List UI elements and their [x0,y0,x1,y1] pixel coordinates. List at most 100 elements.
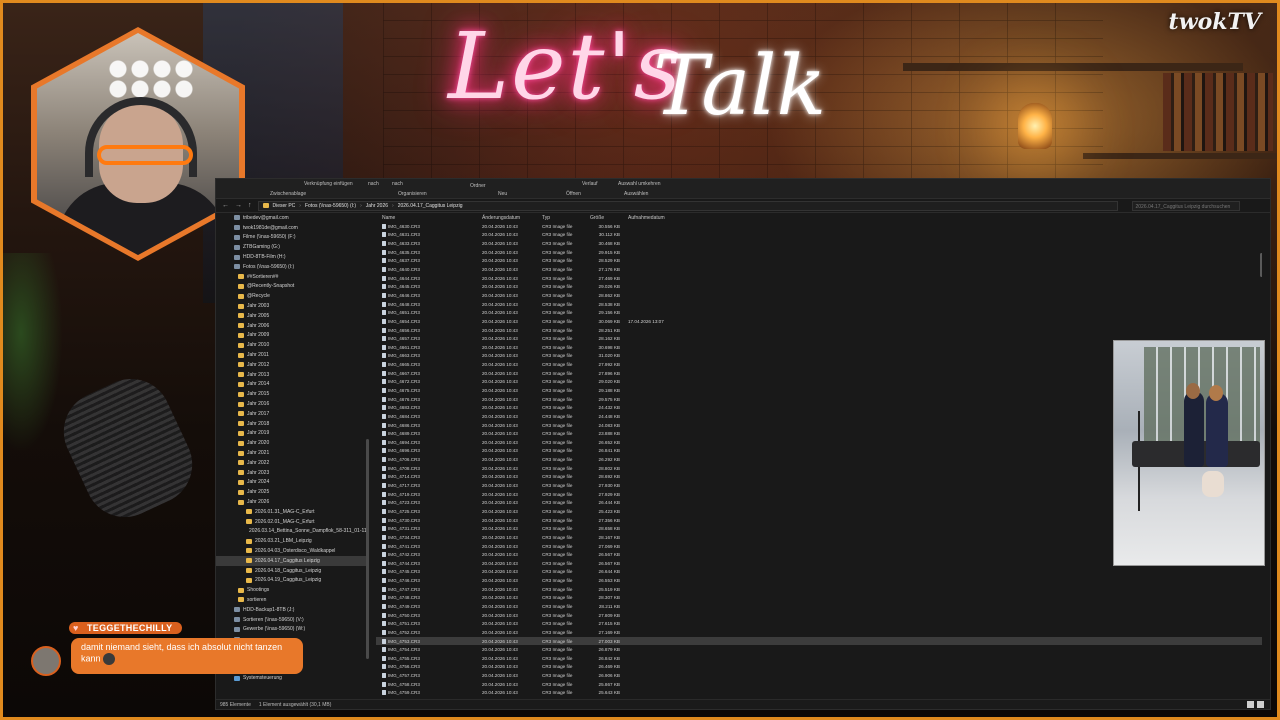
sidebar-item[interactable]: Jahr 2005 [216,311,368,321]
table-row[interactable]: IMG_4631.CR3 20.04.2026 10:43 CR3 Image fi… [376,231,1262,240]
sidebar-item[interactable]: 2026.01.31_MAG-C_Erfurt [216,507,368,517]
table-row[interactable]: IMG_4746.CR3 20.04.2026 10:43 CR3 Image fi… [376,576,1262,585]
ribbon-copy-to[interactable]: nach [392,181,403,187]
search-input[interactable]: 2026.04.17_Caggitus Leipzig durchsuchen [1131,200,1240,211]
sidebar-item[interactable]: HDD-Backup1-8TB (J:) [216,605,368,615]
sidebar-item[interactable]: HDD-8TB-Film (H:) [216,252,368,262]
column-size[interactable]: Größe [590,215,624,221]
sidebar-item[interactable]: @Recently-Snapshot [216,282,368,292]
sidebar-item[interactable]: Jahr 2020 [216,438,368,448]
file-date-modified: 20.04.2026 10:43 [482,647,518,653]
sidebar-item[interactable]: sortieren [216,595,368,605]
table-row[interactable]: IMG_4646.CR3 20.04.2026 10:43 CR3 Image fi… [376,291,1262,300]
ribbon-history[interactable]: Verlauf [582,181,598,187]
sidebar-item[interactable]: Shootings [216,585,368,595]
ribbon-paste-shortcut[interactable]: Verknüpfung einfügen [304,181,353,187]
table-row[interactable]: IMG_4754.CR3 20.04.2026 10:43 CR3 Image fi… [376,645,1262,654]
sidebar-item[interactable]: 2026.03.14_Bettina_Sonne_Dampflok_58-311… [216,527,368,537]
breadcrumb-year[interactable]: Jahr 2026 [366,203,388,209]
table-row[interactable]: IMG_4759.CR3 20.04.2026 10:43 CR3 Image fi… [376,689,1262,698]
tiles-view-icon[interactable] [1257,701,1264,708]
table-row[interactable]: IMG_4757.CR3 20.04.2026 10:43 CR3 Image fi… [376,671,1262,680]
sidebar-item[interactable]: Jahr 2018 [216,419,368,429]
column-date-modified[interactable]: Änderungsdatum [482,215,542,221]
table-row[interactable]: IMG_4749.CR3 20.04.2026 10:43 CR3 Image fi… [376,602,1262,611]
ribbon-new-folder[interactable]: Ordner [470,183,486,189]
sidebar-item[interactable]: twok1981de@gmail.com [216,223,368,233]
file-size: 29.026 KB [598,284,620,290]
sidebar-item[interactable]: Jahr 2025 [216,487,368,497]
sidebar-item[interactable]: ZTBGaming (G:) [216,242,368,252]
breadcrumb-this-pc[interactable]: Dieser PC [273,203,296,209]
drive-icon [234,264,240,270]
table-row[interactable]: IMG_4648.CR3 20.04.2026 10:43 CR3 Image fi… [376,300,1262,309]
sidebar-item[interactable]: Jahr 2017 [216,409,368,419]
file-type: CR3 Image file [542,267,573,273]
table-row[interactable]: IMG_4640.CR3 20.04.2026 10:43 CR3 Image fi… [376,265,1262,274]
up-arrow-icon[interactable]: ↑ [248,202,252,209]
table-row[interactable]: IMG_4755.CR3 20.04.2026 10:43 CR3 Image fi… [376,654,1262,663]
table-row[interactable]: IMG_4651.CR3 20.04.2026 10:43 CR3 Image fi… [376,308,1262,317]
ribbon-invert-selection[interactable]: Auswahl umkehren [618,181,661,187]
table-row[interactable]: IMG_4758.CR3 20.04.2026 10:43 CR3 Image fi… [376,680,1262,689]
column-type[interactable]: Typ [542,215,590,221]
sidebar-item[interactable]: Jahr 2024 [216,478,368,488]
sidebar-item[interactable]: 2026.04.19_Caggitus_Leipzig [216,575,368,585]
table-row[interactable]: IMG_4745.CR3 20.04.2026 10:43 CR3 Image fi… [376,568,1262,577]
sidebar-item[interactable]: Jahr 2013 [216,370,368,380]
table-row[interactable]: IMG_4748.CR3 20.04.2026 10:43 CR3 Image fi… [376,594,1262,603]
table-row[interactable]: IMG_4753.CR3 20.04.2026 10:43 CR3 Image fi… [376,636,1262,646]
column-name[interactable]: Name [376,215,482,221]
table-row[interactable]: IMG_4637.CR3 20.04.2026 10:43 CR3 Image fi… [376,257,1262,266]
breadcrumb[interactable]: Dieser PC › Fotos (\\nas-59650) (I:) › J… [257,200,1118,211]
column-date-taken[interactable]: Aufnahmedatum [624,215,684,221]
sidebar-item[interactable]: Jahr 2009 [216,331,368,341]
sidebar-item[interactable]: Filme (\\nas-59650) (F:) [216,233,368,243]
sidebar-item[interactable]: tribedev@gmail.com [216,213,368,223]
sidebar-item[interactable]: 2026.04.18_Caggitus_Leipzig [216,566,368,576]
navigation-scrollbar[interactable] [366,439,369,659]
breadcrumb-drive[interactable]: Fotos (\\nas-59650) (I:) [305,203,356,209]
table-row[interactable]: IMG_4644.CR3 20.04.2026 10:43 CR3 Image fi… [376,274,1262,283]
sidebar-item[interactable]: Jahr 2021 [216,448,368,458]
sidebar-item[interactable]: Jahr 2015 [216,389,368,399]
sidebar-item[interactable]: 2026.02.01_MAG-C_Erfurt [216,517,368,527]
details-view-icon[interactable] [1247,701,1254,708]
table-row[interactable]: IMG_4751.CR3 20.04.2026 10:43 CR3 Image fi… [376,619,1262,628]
table-row[interactable]: IMG_4750.CR3 20.04.2026 10:43 CR3 Image fi… [376,611,1262,620]
sidebar-item[interactable]: Jahr 2026 [216,497,368,507]
sidebar-item[interactable]: Jahr 2014 [216,380,368,390]
sidebar-item[interactable]: Jahr 2010 [216,340,368,350]
sidebar-item[interactable]: 2026.03.21_LBM_Leipzig [216,536,368,546]
table-row[interactable]: IMG_4630.CR3 20.04.2026 10:43 CR3 Image fi… [376,222,1262,231]
forward-arrow-icon[interactable]: → [235,202,242,209]
folder-icon [238,430,244,436]
table-row[interactable]: IMG_4645.CR3 20.04.2026 10:43 CR3 Image fi… [376,282,1262,291]
sidebar-item[interactable]: ##Sortieren## [216,272,368,282]
sidebar-item[interactable]: Jahr 2012 [216,360,368,370]
sidebar-item[interactable]: Jahr 2019 [216,429,368,439]
sidebar-item[interactable]: 2026.04.17_Caggitus Leipzig [216,555,368,566]
table-row[interactable]: IMG_4654.CR3 20.04.2026 10:43 CR3 Image fi… [376,317,1262,326]
breadcrumb-folder[interactable]: 2026.04.17_Caggitus Leipzig [398,203,463,209]
sidebar-item[interactable]: Fotos (\\nas-59650) (I:) [216,262,368,272]
file-list-scrollbar[interactable] [1260,253,1262,277]
ribbon-move-to[interactable]: nach [368,181,379,187]
table-row[interactable]: IMG_4635.CR3 20.04.2026 10:43 CR3 Image fi… [376,248,1262,257]
sidebar-item[interactable]: Jahr 2011 [216,350,368,360]
table-row[interactable]: IMG_4747.CR3 20.04.2026 10:43 CR3 Image fi… [376,585,1262,594]
sidebar-item-label: Fotos (\\nas-59650) (I:) [243,263,295,270]
table-row[interactable]: IMG_4656.CR3 20.04.2026 10:43 CR3 Image fi… [376,326,1262,335]
table-row[interactable]: IMG_4752.CR3 20.04.2026 10:43 CR3 Image fi… [376,628,1262,637]
table-row[interactable]: IMG_4756.CR3 20.04.2026 10:43 CR3 Image fi… [376,663,1262,672]
sidebar-item[interactable]: 2026.04.03_Osterdisco_Waldkappel [216,546,368,556]
sidebar-item[interactable]: Jahr 2016 [216,399,368,409]
back-arrow-icon[interactable]: ← [222,202,229,209]
table-row[interactable]: IMG_4633.CR3 20.04.2026 10:43 CR3 Image fi… [376,239,1262,248]
sidebar-item[interactable]: @Recycle [216,291,368,301]
microphone [50,365,206,531]
sidebar-item[interactable]: Jahr 2006 [216,321,368,331]
sidebar-item[interactable]: Jahr 2023 [216,468,368,478]
sidebar-item[interactable]: Jahr 2022 [216,458,368,468]
sidebar-item[interactable]: Jahr 2003 [216,301,368,311]
